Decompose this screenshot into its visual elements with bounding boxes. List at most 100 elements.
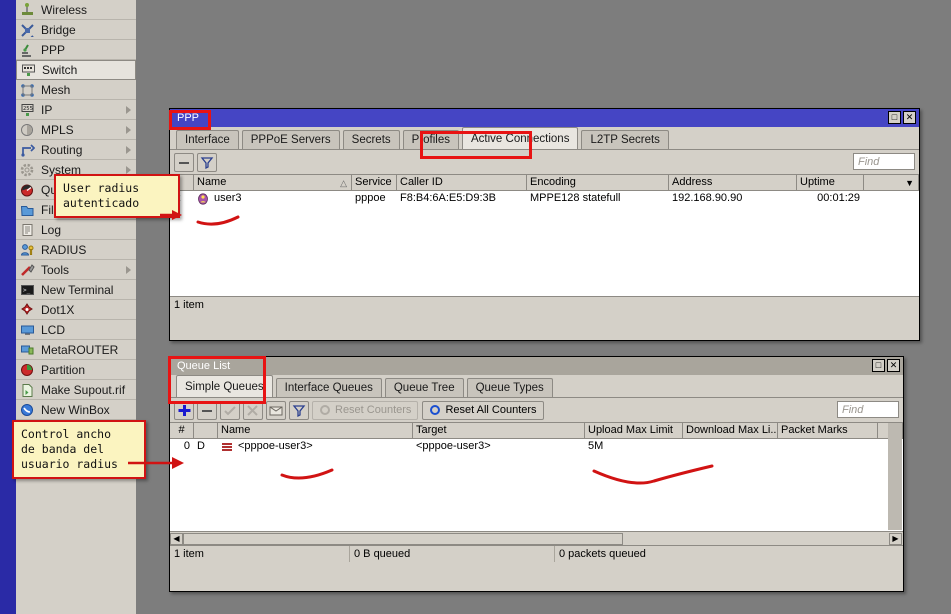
- queue-window-controls[interactable]: □ ✕: [872, 359, 900, 372]
- queue-disable-button[interactable]: [243, 401, 263, 420]
- queue-toolbar[interactable]: Reset Counters Reset All Counters Find: [170, 398, 903, 422]
- ppp-tab-secrets[interactable]: Secrets: [343, 130, 400, 149]
- sidebar-item-radius[interactable]: RADIUS: [16, 240, 136, 260]
- sidebar-item-new-winbox[interactable]: New WinBox: [16, 400, 136, 420]
- queue-find-input[interactable]: Find: [837, 401, 899, 418]
- ppp-window[interactable]: PPP □ ✕ Interface PPPoE Servers SecretsPro…: [169, 108, 920, 341]
- queue-status-bar: 1 item 0 B queued 0 packets queued: [170, 545, 903, 562]
- ppp-tab-bar[interactable]: Interface PPPoE Servers SecretsProfilesAct…: [170, 127, 919, 150]
- queue-vertical-scrollbar[interactable]: [888, 423, 902, 530]
- queue-status-items: 1 item: [170, 546, 350, 562]
- sidebar-item-bridge[interactable]: Bridge: [16, 20, 136, 40]
- ppp-table-header[interactable]: Name △ Service Caller ID Encoding Addres…: [170, 175, 919, 191]
- mpls-icon: [20, 123, 36, 137]
- sidebar-item-switch[interactable]: Switch: [16, 60, 136, 80]
- sidebar-item-log[interactable]: Log: [16, 220, 136, 240]
- ppp-col-uptime[interactable]: Uptime: [797, 175, 864, 190]
- reset-all-icon: [429, 404, 441, 416]
- sidebar-item-routing[interactable]: Routing: [16, 140, 136, 160]
- ppp-col-address[interactable]: Address: [669, 175, 797, 190]
- ppp-col-callerid[interactable]: Caller ID: [397, 175, 527, 190]
- sidebar-item-make-supout-rif[interactable]: Make Supout.rif: [16, 380, 136, 400]
- svg-text:255: 255: [23, 106, 33, 112]
- ppp-status-items: 1 item: [170, 297, 919, 313]
- ppp-close-button[interactable]: ✕: [903, 111, 916, 124]
- tab-label: PPPoE Servers: [251, 134, 331, 146]
- queue-tab-bar[interactable]: Simple QueuesInterface QueuesQueue TreeQ…: [170, 375, 903, 398]
- ppp-tab-interface[interactable]: Interface: [176, 130, 239, 149]
- ppp-titlebar[interactable]: PPP □ ✕: [170, 109, 919, 127]
- sidebar-item-label: Wireless: [41, 3, 87, 17]
- sidebar-item-mpls[interactable]: MPLS: [16, 120, 136, 140]
- ppp-col-service[interactable]: Service: [352, 175, 397, 190]
- routing-icon: [20, 143, 36, 157]
- ppp-row-address: 192.168.90.90: [669, 191, 797, 206]
- sidebar-item-lcd[interactable]: LCD: [16, 320, 136, 340]
- ppp-tab-profiles[interactable]: Profiles: [403, 130, 459, 149]
- ppp-filter-button[interactable]: [197, 153, 217, 172]
- queue-col-upload-max[interactable]: Upload Max Limit: [585, 423, 683, 438]
- sidebar-item-ip[interactable]: 255IP: [16, 100, 136, 120]
- table-row[interactable]: 0 D <pppoe-user3> <pppoe-user3> 5M 5: [170, 439, 903, 454]
- queue-col-packet-marks[interactable]: Packet Marks: [778, 423, 878, 438]
- queue-row-target: <pppoe-user3>: [413, 439, 585, 454]
- ppp-maximize-button[interactable]: □: [888, 111, 901, 124]
- queue-titlebar[interactable]: Queue List □ ✕: [170, 357, 903, 375]
- sidebar-item-partition[interactable]: Partition: [16, 360, 136, 380]
- reset-counters-button[interactable]: Reset Counters: [312, 401, 418, 420]
- queue-col-download-max[interactable]: Download Max Li...: [683, 423, 778, 438]
- scroll-right-button[interactable]: ▶: [889, 533, 902, 545]
- sidebar-item-label: LCD: [41, 323, 65, 337]
- ppp-tab-active-connections[interactable]: Active Connections: [462, 127, 578, 149]
- queue-col-flags[interactable]: [194, 423, 218, 438]
- queue-tab-interface-queues[interactable]: Interface Queues: [276, 378, 382, 397]
- ppp-icon: [20, 43, 36, 57]
- ppp-tab-pppoe-servers[interactable]: PPPoE Servers: [242, 130, 340, 149]
- sidebar-item-wireless[interactable]: Wireless: [16, 0, 136, 20]
- queue-list-window[interactable]: Queue List □ ✕ Simple QueuesInterface Qu…: [169, 356, 904, 592]
- ppp-col-extra[interactable]: ▼: [864, 175, 919, 190]
- sidebar-item-new-terminal[interactable]: >_New Terminal: [16, 280, 136, 300]
- tooltip-user-radius: User radius autenticado: [54, 174, 180, 218]
- ppp-connections-table: Name △ Service Caller ID Encoding Addres…: [170, 174, 919, 296]
- reset-all-counters-button[interactable]: Reset All Counters: [422, 401, 543, 420]
- queue-add-button[interactable]: [174, 401, 194, 420]
- queue-col-name[interactable]: Name: [218, 423, 413, 438]
- queue-close-button[interactable]: ✕: [887, 359, 900, 372]
- queue-comment-button[interactable]: [266, 401, 286, 420]
- scroll-left-button[interactable]: ◀: [170, 533, 183, 545]
- table-row[interactable]: R user3 pppoe F8:B4:6A:E5:D9:3B MPPE128 …: [170, 191, 919, 206]
- bridge-icon: [20, 23, 36, 37]
- queues-icon: [20, 183, 36, 197]
- ppp-col-encoding[interactable]: Encoding: [527, 175, 669, 190]
- queue-tab-simple-queues[interactable]: Simple Queues: [176, 375, 273, 397]
- chevron-down-icon[interactable]: ▼: [905, 176, 914, 190]
- sidebar-item-tools[interactable]: Tools: [16, 260, 136, 280]
- queue-enable-button[interactable]: [220, 401, 240, 420]
- queue-table-header[interactable]: # Name Target Upload Max Limit Download …: [170, 423, 903, 439]
- sidebar-item-dot1x[interactable]: Dot1X: [16, 300, 136, 320]
- queue-maximize-button[interactable]: □: [872, 359, 885, 372]
- queue-col-index[interactable]: #: [170, 423, 194, 438]
- ppp-tab-l2tp-secrets[interactable]: L2TP Secrets: [581, 130, 668, 149]
- winbox-icon: [20, 403, 36, 417]
- ppp-find-input[interactable]: Find: [853, 153, 915, 170]
- queue-filter-button[interactable]: [289, 401, 309, 420]
- sidebar-item-ppp[interactable]: PPP: [16, 40, 136, 60]
- queue-horizontal-scrollbar[interactable]: ◀ ▶: [170, 531, 903, 545]
- ppp-col-name-label: Name: [197, 176, 226, 188]
- hscroll-thumb[interactable]: [183, 533, 623, 545]
- ppp-col-name[interactable]: Name △: [194, 175, 352, 190]
- switch-icon: [21, 63, 37, 77]
- reset-counters-label: Reset Counters: [335, 404, 411, 416]
- ppp-window-controls[interactable]: □ ✕: [888, 111, 916, 124]
- queue-icon: [221, 441, 234, 452]
- queue-tab-queue-types[interactable]: Queue Types: [467, 378, 553, 397]
- ppp-toolbar[interactable]: Find: [170, 150, 919, 174]
- ppp-remove-button[interactable]: [174, 153, 194, 172]
- queue-remove-button[interactable]: [197, 401, 217, 420]
- queue-tab-queue-tree[interactable]: Queue Tree: [385, 378, 464, 397]
- queue-col-target[interactable]: Target: [413, 423, 585, 438]
- sidebar-item-mesh[interactable]: Mesh: [16, 80, 136, 100]
- sidebar-item-metarouter[interactable]: MetaROUTER: [16, 340, 136, 360]
